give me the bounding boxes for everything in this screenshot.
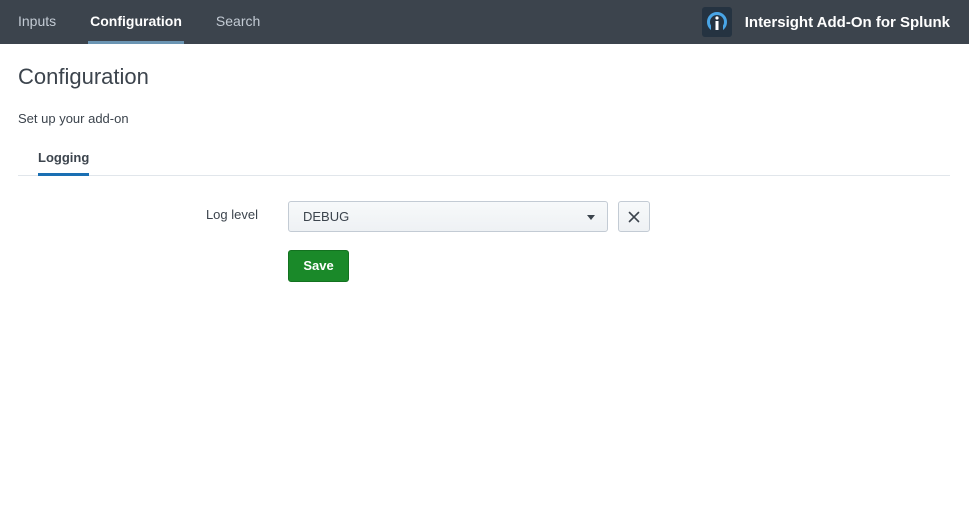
app-header: Inputs Configuration Search Intersight A… <box>0 0 969 44</box>
tab-logging[interactable]: Logging <box>38 145 90 176</box>
app-brand: Intersight Add-On for Splunk <box>701 7 950 37</box>
log-level-value: DEBUG <box>303 209 350 224</box>
app-nav: Inputs Configuration Search <box>0 0 277 44</box>
save-button[interactable]: Save <box>288 250 349 282</box>
caret-down-icon <box>587 215 595 220</box>
app-title: Intersight Add-On for Splunk <box>744 13 950 31</box>
close-icon <box>628 211 640 222</box>
clear-log-level-button[interactable] <box>618 201 650 232</box>
config-tabs: Logging <box>18 145 950 176</box>
nav-tab-configuration[interactable]: Configuration <box>73 0 199 44</box>
page-subtitle: Set up your add-on <box>18 111 129 126</box>
nav-tab-inputs[interactable]: Inputs <box>0 0 73 44</box>
log-level-label: Log level <box>205 207 258 222</box>
log-level-select[interactable]: DEBUG <box>288 201 608 232</box>
intersight-logo-icon <box>701 7 732 37</box>
nav-tab-search[interactable]: Search <box>199 0 277 44</box>
page-title: Configuration <box>18 64 149 89</box>
